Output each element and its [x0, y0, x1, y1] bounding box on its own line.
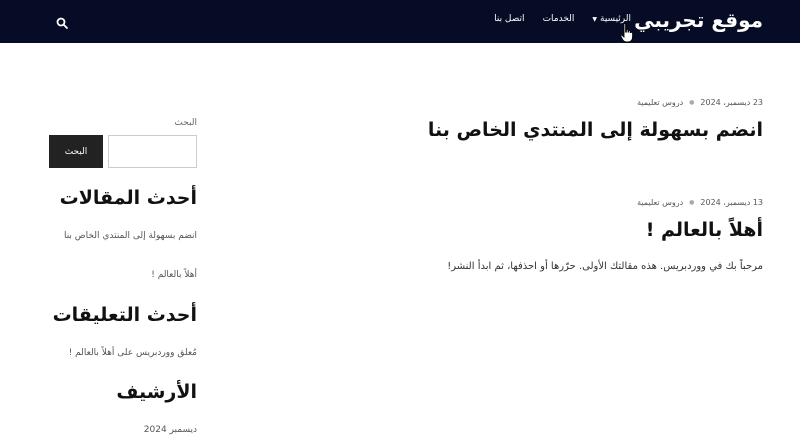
main-nav: الرئيسية ▼ الخدمات اتصل بنا [494, 14, 631, 24]
post-title[interactable]: أهلاً بالعالم ! [646, 219, 763, 241]
nav-item-services[interactable]: الخدمات [543, 14, 575, 24]
hand-cursor-icon [620, 22, 634, 43]
post-category[interactable]: دروس تعليمية [637, 198, 683, 207]
post-date[interactable]: 13 ديسمبر، 2024 [700, 198, 763, 207]
archive-title: الأرشيف [116, 381, 197, 403]
search-button[interactable]: البحث [49, 135, 103, 168]
post-date[interactable]: 23 ديسمبر، 2024 [700, 98, 763, 107]
archive-link[interactable]: ديسمبر 2024 [49, 422, 197, 439]
separator-dot: ● [689, 99, 695, 106]
site-title[interactable]: موقع تجريبي [634, 8, 763, 32]
nav-item-services-label: الخدمات [542, 14, 575, 24]
nav-item-contact-label: اتصل بنا [494, 14, 525, 24]
search-input[interactable] [108, 135, 197, 168]
post-category[interactable]: دروس تعليمية [637, 98, 683, 107]
post-excerpt: مرحباً بك في ووردبريس. هذه مقالتك الأولى… [447, 261, 763, 272]
post-title[interactable]: انضم بسهولة إلى المنتدي الخاص بنا [428, 119, 763, 141]
post-meta: 23 ديسمبر، 2024 ● دروس تعليمية [637, 98, 763, 107]
recent-comments-title: أحدث التعليقات [52, 304, 197, 326]
recent-post-link[interactable]: أهلاً بالعالم ! [49, 267, 197, 284]
separator-dot: ● [689, 199, 695, 206]
recent-comment-link[interactable]: مُعلق ووردبريس على أهلاً بالعالم ! [49, 345, 197, 362]
search-label: البحث [174, 118, 197, 128]
search-icon[interactable] [56, 14, 68, 29]
recent-posts-title: أحدث المقالات [59, 187, 197, 209]
nav-item-contact[interactable]: اتصل بنا [494, 14, 524, 24]
recent-post-link[interactable]: انضم بسهولة إلى المنتدي الخاص بنا [49, 228, 197, 245]
chevron-down-icon: ▼ [592, 15, 597, 23]
post-meta: 13 ديسمبر، 2024 ● دروس تعليمية [637, 198, 763, 207]
site-header: موقع تجريبي الرئيسية ▼ الخدمات اتصل بنا [0, 0, 800, 43]
